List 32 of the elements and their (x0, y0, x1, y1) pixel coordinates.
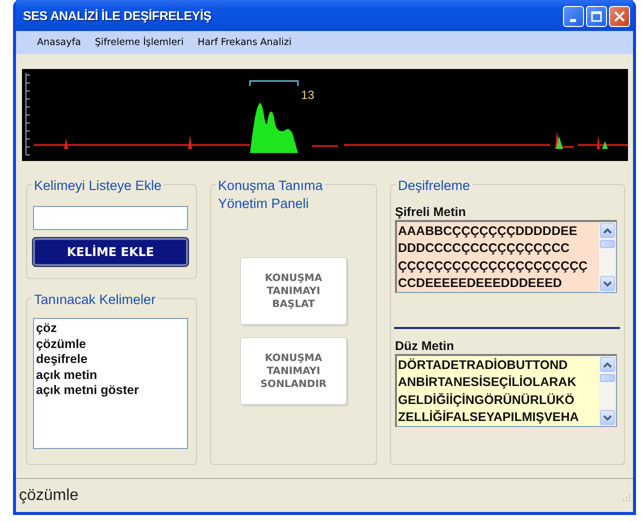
maximize-icon[interactable] (586, 6, 607, 27)
list-item[interactable]: açık metni göster (36, 383, 185, 398)
scroll-up-icon[interactable] (600, 357, 615, 372)
word-input[interactable] (33, 206, 188, 230)
scrollbar[interactable] (599, 356, 616, 426)
group-title: Deşifreleme (396, 177, 472, 195)
scroll-down-icon[interactable] (600, 410, 615, 425)
peak-label: 13 (301, 88, 314, 102)
scroll-thumb[interactable] (600, 240, 615, 248)
recognition-button[interactable]: KONUŞMA TANIMAYI SONLANDIR (240, 337, 347, 405)
recognition-button[interactable]: KONUŞMA TANIMAYI BAŞLAT (240, 257, 347, 325)
window-title: SES ANALİZİ İLE DEŞİFRELEYİŞ (22, 9, 212, 24)
list-item[interactable]: açık metin (36, 368, 185, 383)
scroll-up-icon[interactable] (600, 223, 615, 238)
scrollbar[interactable] (599, 222, 616, 292)
menu-item[interactable]: Anasayfa (30, 36, 88, 48)
list-item[interactable]: çöz (36, 321, 185, 336)
field-label: Şifreli Metin (395, 205, 467, 219)
close-icon[interactable] (609, 6, 630, 27)
menu-item[interactable]: Harf Frekans Analizi (190, 36, 299, 48)
menu-item[interactable]: Şifreleme İşlemleri (88, 36, 191, 48)
scroll-thumb[interactable] (600, 374, 615, 382)
field-label: Düz Metin (395, 339, 456, 353)
bracket-icon (249, 80, 299, 86)
group-title: Kelimeyi Listeye Ekle (32, 177, 164, 195)
list-item[interactable]: deşifrele (36, 352, 185, 368)
list-item[interactable]: çözümle (36, 336, 185, 352)
word-list[interactable]: çöz çözümle deşifrele açık metin açık metni göster (33, 318, 188, 449)
scroll-down-icon[interactable] (600, 276, 615, 291)
status-text: çözümle (19, 486, 79, 504)
add-word-button[interactable]: KELİME EKLE (33, 238, 188, 266)
minimize-icon[interactable] (563, 6, 584, 27)
